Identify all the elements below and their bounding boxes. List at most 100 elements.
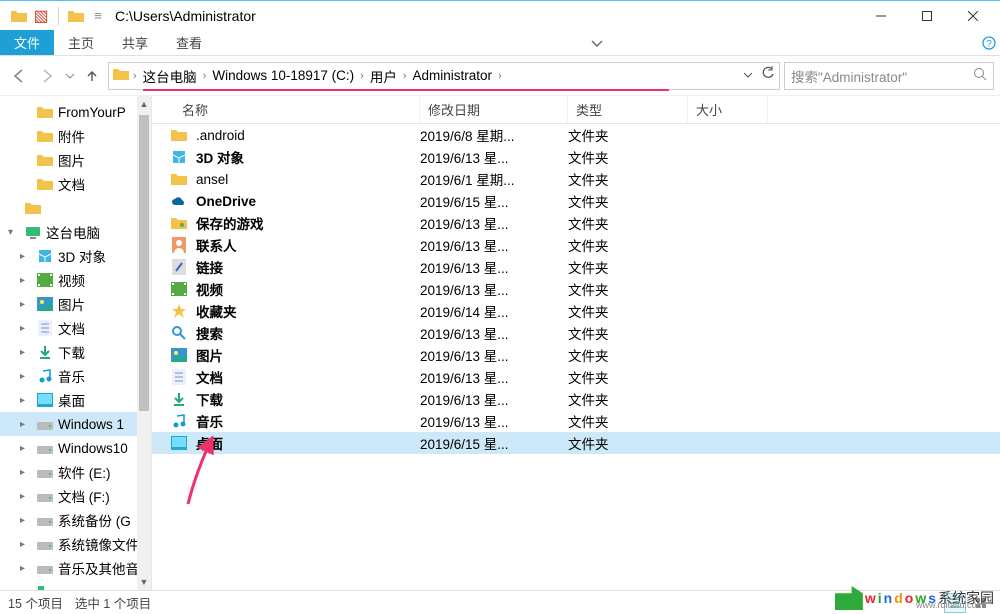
dropdown-icon[interactable] xyxy=(743,67,753,85)
tree-twisty[interactable]: ▸ xyxy=(20,467,32,478)
column-headers: 名称 修改日期 类型 大小 xyxy=(152,96,1000,124)
nav-item[interactable]: ▸系统镜像文件 xyxy=(0,532,151,556)
qat-dropdown-icon[interactable]: ≡ xyxy=(89,7,107,25)
up-button[interactable] xyxy=(80,63,104,89)
tree-twisty[interactable]: ▸ xyxy=(20,371,32,382)
file-type: 文件夹 xyxy=(568,367,688,387)
maximize-button[interactable] xyxy=(904,1,950,30)
help-icon[interactable]: ? xyxy=(978,30,1000,55)
nav-item[interactable]: ▸系统备份 (G xyxy=(0,508,151,532)
address-bar[interactable]: › 这台电脑 › Windows 10-18917 (C:) › 用户 › Ad… xyxy=(108,62,780,90)
file-date: 2019/6/14 星... xyxy=(420,301,568,321)
nav-item[interactable] xyxy=(0,196,151,220)
file-row[interactable]: 3D 对象2019/6/13 星...文件夹 xyxy=(152,146,1000,168)
nav-item[interactable]: ▸3D 对象 xyxy=(0,244,151,268)
chevron-right-icon[interactable]: › xyxy=(496,70,504,82)
nav-item[interactable]: FromYourP xyxy=(0,100,151,124)
crumb-this-pc[interactable]: 这台电脑 xyxy=(139,64,201,88)
tree-twisty[interactable]: ▸ xyxy=(20,419,32,430)
column-size[interactable]: 大小 xyxy=(688,96,768,123)
wm-n: n xyxy=(884,590,893,606)
file-row[interactable]: 桌面2019/6/15 星...文件夹 xyxy=(152,432,1000,454)
tree-twisty[interactable]: ▸ xyxy=(20,515,32,526)
nav-item[interactable]: ▸Windows10 xyxy=(0,436,151,460)
search-icon[interactable] xyxy=(973,67,987,84)
file-row[interactable]: 联系人2019/6/13 星...文件夹 xyxy=(152,234,1000,256)
nav-item[interactable]: ▸⋯ xyxy=(0,580,151,590)
file-row[interactable]: ansel2019/6/1 星期...文件夹 xyxy=(152,168,1000,190)
file-row[interactable]: 链接2019/6/13 星...文件夹 xyxy=(152,256,1000,278)
folder-small-icon[interactable] xyxy=(67,7,85,25)
nav-item[interactable]: 文档 xyxy=(0,172,151,196)
file-name: 下载 xyxy=(196,389,420,409)
file-row[interactable]: 下载2019/6/13 星...文件夹 xyxy=(152,388,1000,410)
nav-scrollbar[interactable]: ▲ ▼ xyxy=(137,96,151,590)
file-row[interactable]: 保存的游戏2019/6/13 星...文件夹 xyxy=(152,212,1000,234)
tree-twisty[interactable]: ▸ xyxy=(20,323,32,334)
file-row[interactable]: 文档2019/6/13 星...文件夹 xyxy=(152,366,1000,388)
file-row[interactable]: 音乐2019/6/13 星...文件夹 xyxy=(152,410,1000,432)
column-date[interactable]: 修改日期 xyxy=(420,96,568,123)
file-row[interactable]: 搜索2019/6/13 星...文件夹 xyxy=(152,322,1000,344)
scroll-down-icon[interactable]: ▼ xyxy=(137,574,151,590)
tab-view[interactable]: 查看 xyxy=(162,30,216,55)
crumb-drive[interactable]: Windows 10-18917 (C:) xyxy=(208,66,358,85)
nav-item[interactable]: ▸下载 xyxy=(0,340,151,364)
file-row[interactable]: .android2019/6/8 星期...文件夹 xyxy=(152,124,1000,146)
nav-item[interactable]: 图片 xyxy=(0,148,151,172)
nav-item[interactable]: ▸文档 (F:) xyxy=(0,484,151,508)
scroll-thumb[interactable] xyxy=(139,115,149,411)
file-row[interactable]: 图片2019/6/13 星...文件夹 xyxy=(152,344,1000,366)
chevron-right-icon[interactable]: › xyxy=(358,70,366,82)
chevron-right-icon[interactable]: › xyxy=(401,70,409,82)
history-dropdown[interactable] xyxy=(62,63,78,89)
tree-twisty[interactable]: ▾ xyxy=(8,227,20,238)
nav-item[interactable]: ▸文档 xyxy=(0,316,151,340)
drive-icon xyxy=(36,463,54,481)
search-input[interactable]: 搜索"Administrator" xyxy=(784,62,994,90)
nav-item[interactable]: ▸软件 (E:) xyxy=(0,460,151,484)
tree-twisty[interactable]: ▸ xyxy=(20,587,32,591)
tab-home[interactable]: 主页 xyxy=(54,30,108,55)
tree-twisty[interactable]: ▸ xyxy=(20,395,32,406)
file-row[interactable]: OneDrive2019/6/15 星...文件夹 xyxy=(152,190,1000,212)
properties-icon[interactable]: ▧ xyxy=(32,7,50,25)
crumb-admin[interactable]: Administrator xyxy=(409,66,497,85)
crumb-users[interactable]: 用户 xyxy=(366,64,401,88)
tree-twisty[interactable]: ▸ xyxy=(20,347,32,358)
links-icon xyxy=(170,258,188,276)
forward-button[interactable] xyxy=(34,63,60,89)
tree-twisty[interactable]: ▸ xyxy=(20,299,32,310)
nav-item[interactable]: 附件 xyxy=(0,124,151,148)
refresh-icon[interactable] xyxy=(761,66,775,85)
tab-share[interactable]: 共享 xyxy=(108,30,162,55)
tree-twisty[interactable]: ▸ xyxy=(20,563,32,574)
nav-item[interactable]: ▾这台电脑 xyxy=(0,220,151,244)
nav-item[interactable]: ▸图片 xyxy=(0,292,151,316)
back-button[interactable] xyxy=(6,63,32,89)
minimize-button[interactable] xyxy=(858,1,904,30)
nav-item[interactable]: ▸音乐及其他音 xyxy=(0,556,151,580)
tab-file[interactable]: 文件 xyxy=(0,30,54,55)
tree-twisty[interactable]: ▸ xyxy=(20,251,32,262)
ribbon-expand-icon[interactable] xyxy=(582,30,612,55)
column-type[interactable]: 类型 xyxy=(568,96,688,123)
chevron-right-icon[interactable]: › xyxy=(131,70,139,82)
column-name[interactable]: 名称 xyxy=(152,96,420,123)
close-button[interactable] xyxy=(950,1,996,30)
tree-twisty[interactable]: ▸ xyxy=(20,539,32,550)
tree-twisty[interactable]: ▸ xyxy=(20,443,32,454)
scroll-up-icon[interactable]: ▲ xyxy=(137,96,151,112)
tree-twisty[interactable]: ▸ xyxy=(20,491,32,502)
svg-text:?: ? xyxy=(986,39,992,50)
nav-item[interactable]: ▸音乐 xyxy=(0,364,151,388)
nav-item[interactable]: ▸桌面 xyxy=(0,388,151,412)
tree-twisty[interactable]: ▸ xyxy=(20,275,32,286)
nav-item[interactable]: ▸Windows 1 xyxy=(0,412,151,436)
music-icon xyxy=(170,412,188,430)
chevron-right-icon[interactable]: › xyxy=(201,70,209,82)
file-type: 文件夹 xyxy=(568,323,688,343)
nav-item[interactable]: ▸视频 xyxy=(0,268,151,292)
file-row[interactable]: 收藏夹2019/6/14 星...文件夹 xyxy=(152,300,1000,322)
file-row[interactable]: 视频2019/6/13 星...文件夹 xyxy=(152,278,1000,300)
